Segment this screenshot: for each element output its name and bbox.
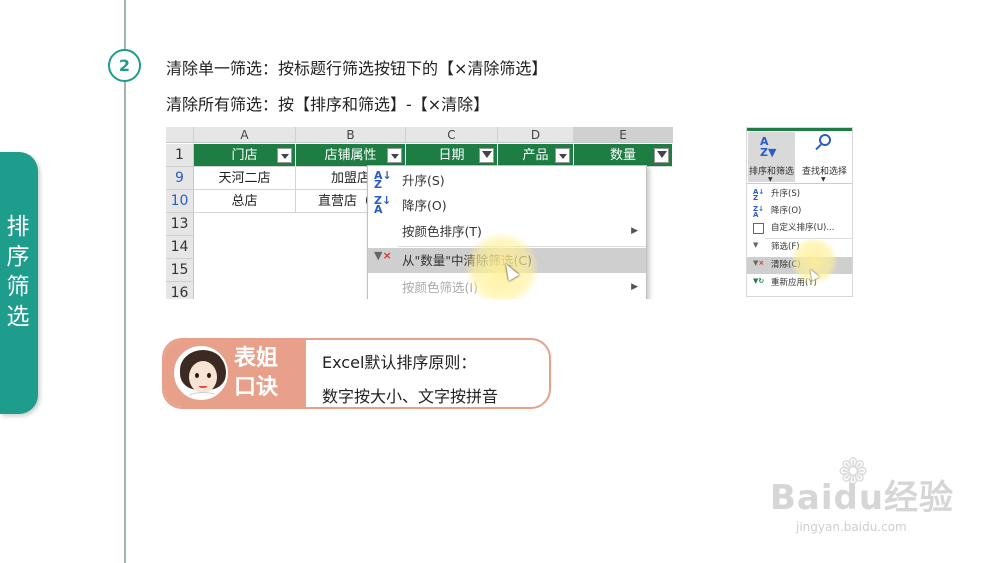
sort-descending-icon: Z↓ A — [753, 205, 764, 219]
reapply-icon: ▼↻ — [753, 277, 765, 285]
header-cell[interactable]: 日期 — [406, 144, 498, 167]
header-cell[interactable]: 产品 — [498, 144, 574, 167]
menu-item-label: 降序(O) — [402, 198, 447, 213]
column-header-a[interactable]: A — [194, 127, 296, 143]
table-cell[interactable]: 天河二店 — [194, 167, 296, 190]
side-tab-char: 排 — [6, 214, 30, 240]
tip-title-line: 口诀 — [234, 375, 279, 400]
header-cell-label: 日期 — [438, 148, 465, 163]
tip-title-line: 表姐 — [234, 346, 279, 371]
tip-title: 表姐 口诀 — [234, 344, 294, 402]
step-number-badge: 2 — [108, 49, 141, 82]
header-cell-label: 数量 — [609, 148, 636, 163]
ribbon-screenshot: A Z▼ 排序和筛选 ▼ 查找和选择 ▼ A↓ Z 升序(S) Z↓ A 降序(O) … — [746, 127, 853, 297]
select-all-corner[interactable] — [166, 127, 194, 143]
row-header[interactable]: 16 — [166, 282, 194, 299]
menu-item-label: 升序(S) — [402, 173, 445, 188]
watermark-brand: Baidu经验 — [770, 478, 955, 518]
ribbon-item-sort-ascending[interactable]: A↓ Z 升序(S) — [747, 186, 852, 203]
funnel-icon — [482, 151, 492, 158]
dropdown-arrow-icon — [281, 154, 289, 159]
sort-ascending-icon: A↓ Z — [374, 169, 392, 191]
tip-text-2: 数字按大小、文字按拼音 — [322, 387, 499, 406]
submenu-arrow-icon: ▶ — [631, 282, 638, 292]
row-header[interactable]: 14 — [166, 236, 194, 259]
side-section-tab: 排 序 筛 选 — [0, 152, 38, 414]
spreadsheet-screenshot: A B C D E 1 9 10 13 14 15 16 门店 店铺属性 日期 … — [166, 127, 673, 299]
chevron-down-icon: ▼ — [821, 176, 826, 183]
column-header-e[interactable]: E — [574, 127, 673, 143]
column-header-d[interactable]: D — [498, 127, 574, 143]
ribbon-item-label: 升序(S) — [771, 189, 801, 199]
column-header-b[interactable]: B — [296, 127, 406, 143]
tip-header: 表姐 口诀 — [164, 340, 306, 407]
filter-dropdown-button[interactable] — [277, 148, 292, 163]
header-cell[interactable]: 店铺属性 — [296, 144, 406, 167]
custom-sort-icon — [753, 223, 764, 234]
row-header[interactable]: 13 — [166, 213, 194, 236]
filter-active-button[interactable] — [654, 148, 669, 163]
instruction-line-2: 清除所有筛选：按【排序和筛选】-【×清除】 — [166, 95, 490, 114]
filter-active-button[interactable] — [479, 148, 494, 163]
dropdown-arrow-icon — [391, 154, 399, 159]
header-cell-label: 店铺属性 — [324, 148, 377, 163]
row-header[interactable]: 10 — [166, 190, 194, 213]
menu-item-sort-ascending[interactable]: A↓ Z 升序(S) — [368, 168, 646, 193]
clear-filter-icon: ▼× — [374, 249, 392, 262]
sort-descending-icon: Z↓ A — [374, 194, 392, 216]
sort-and-filter-button[interactable]: A Z▼ 排序和筛选 ▼ — [748, 132, 795, 183]
side-tab-char: 选 — [6, 304, 30, 330]
watermark-url: jingyan.baidu.com — [796, 520, 907, 534]
table-cell[interactable]: 总店 — [194, 190, 296, 213]
divider-line — [124, 0, 126, 563]
filter-dropdown-button[interactable] — [387, 148, 402, 163]
tip-box: 表姐 口诀 Excel默认排序原则： 数字按大小、文字按拼音 — [162, 338, 551, 409]
sort-ascending-icon: A↓ Z — [753, 188, 765, 202]
ribbon-item-label: 自定义排序(U)... — [771, 223, 835, 233]
instruction-line-1: 清除单一筛选：按标题行筛选按钮下的【×清除筛选】 — [166, 59, 548, 78]
ribbon-accent-bar — [747, 128, 852, 131]
menu-item-label: 按颜色筛选(I) — [402, 280, 478, 295]
side-tab-char: 筛 — [6, 274, 30, 300]
menu-item-sort-descending[interactable]: Z↓ A 降序(O) — [368, 193, 646, 218]
side-tab-char: 序 — [6, 244, 30, 270]
ribbon-item-label: 降序(O) — [771, 206, 802, 216]
header-cell-label: 门店 — [231, 148, 258, 163]
row-header[interactable]: 9 — [166, 167, 194, 190]
filter-icon: ▼ — [753, 241, 759, 249]
sort-filter-icon: A Z▼ — [760, 135, 777, 159]
funnel-icon — [657, 151, 667, 158]
header-cell-label: 产品 — [522, 148, 549, 163]
header-cell[interactable]: 门店 — [194, 144, 296, 167]
find-and-select-button[interactable]: 查找和选择 ▼ — [797, 132, 852, 183]
row-header[interactable]: 1 — [166, 144, 194, 167]
sort-filter-dropdown: A↓ Z 升序(S) Z↓ A 降序(O) 自定义排序(U)... ▼ 筛选(F) … — [747, 183, 852, 297]
filter-dropdown-button[interactable] — [555, 148, 570, 163]
search-icon — [815, 134, 833, 152]
row-header[interactable]: 15 — [166, 259, 194, 282]
baidu-watermark: ❁ Baidu经验 jingyan.baidu.com — [770, 452, 980, 540]
menu-item-label: 按颜色排序(T) — [402, 224, 482, 239]
ribbon-item-custom-sort[interactable]: 自定义排序(U)... — [747, 220, 852, 237]
chevron-down-icon: ▼ — [768, 176, 773, 183]
submenu-arrow-icon: ▶ — [631, 226, 638, 236]
clear-icon: ▼× — [753, 259, 765, 267]
header-cell[interactable]: 数量 — [574, 144, 673, 167]
dropdown-arrow-icon — [559, 154, 567, 159]
column-header-c[interactable]: C — [406, 127, 498, 143]
avatar — [174, 346, 228, 400]
ribbon-item-sort-descending[interactable]: Z↓ A 降序(O) — [747, 203, 852, 220]
tip-text-1: Excel默认排序原则： — [322, 353, 477, 372]
